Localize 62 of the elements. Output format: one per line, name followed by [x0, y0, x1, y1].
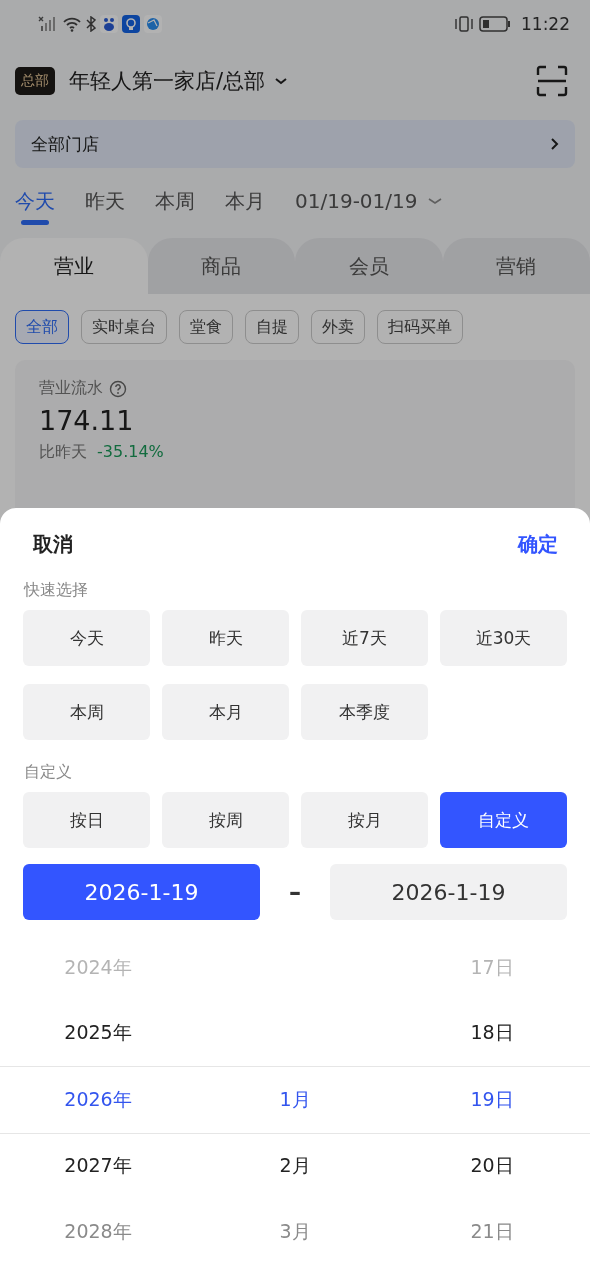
quick-option[interactable]: 本月 — [162, 684, 289, 740]
bulb-app-icon — [122, 15, 140, 33]
period-tab[interactable]: 本周 — [155, 187, 195, 221]
year-option[interactable]: 2028年 — [0, 1218, 196, 1245]
category-tab[interactable]: 营业 — [0, 238, 148, 294]
mode-option[interactable]: 按周 — [162, 792, 289, 848]
quick-option[interactable]: 本季度 — [301, 684, 428, 740]
year-option[interactable]: 2025年 — [0, 1020, 196, 1047]
store-switcher[interactable]: 年轻人第一家店/总部 — [69, 67, 290, 95]
store-selector[interactable]: 全部门店 — [15, 120, 575, 168]
mode-option[interactable]: 自定义 — [440, 792, 567, 848]
filter-chip[interactable]: 外卖 — [311, 310, 365, 344]
signal-icon — [38, 16, 58, 32]
paw-app-icon — [100, 15, 118, 33]
scan-icon[interactable] — [536, 65, 568, 97]
section-title: 快速选择 — [22, 579, 89, 598]
quick-option[interactable]: 本周 — [23, 684, 150, 740]
confirm-button[interactable]: 确定 — [518, 530, 558, 558]
day-option[interactable]: 18日 — [394, 1020, 590, 1047]
filter-chip[interactable]: 扫码买单 — [377, 310, 463, 344]
filter-chip[interactable]: 实时桌台 — [81, 310, 167, 344]
year-option[interactable]: 2027年 — [0, 1153, 196, 1180]
metric-value: 174.11 — [39, 405, 135, 436]
date-range-dropdown[interactable]: 01/19-01/19 — [295, 189, 444, 219]
day-option[interactable]: 20日 — [394, 1153, 590, 1180]
change-value: -35.14% — [97, 442, 164, 463]
cancel-button[interactable]: 取消 — [33, 530, 73, 558]
filter-chip[interactable]: 堂食 — [179, 310, 233, 344]
range-dash: – — [288, 878, 302, 906]
month-option[interactable]: 3月 — [279, 1219, 311, 1242]
chevron-right-icon — [549, 137, 559, 151]
bluetooth-icon — [86, 16, 96, 32]
filter-chip[interactable]: 全部 — [15, 310, 69, 344]
wifi-icon — [62, 16, 82, 32]
quick-option[interactable]: 昨天 — [162, 610, 289, 666]
hq-badge: 总部 — [15, 67, 55, 95]
section-title: 自定义 — [23, 761, 73, 780]
vibrate-icon — [453, 16, 475, 32]
battery-icon — [479, 16, 511, 32]
start-date-field[interactable]: 2026-1-19 — [23, 864, 260, 920]
category-tab[interactable]: 营销 — [442, 238, 590, 294]
year-option[interactable]: 2026年 — [0, 1086, 196, 1113]
filter-chip[interactable]: 自提 — [245, 310, 299, 344]
month-option[interactable]: 2月 — [279, 1154, 311, 1177]
mode-option[interactable]: 按日 — [23, 792, 150, 848]
end-date-field[interactable]: 2026-1-19 — [330, 864, 567, 920]
quick-option[interactable]: 今天 — [23, 610, 150, 666]
compare-label: 比昨天 — [39, 442, 87, 463]
category-tab[interactable]: 商品 — [147, 238, 295, 294]
period-tab[interactable]: 本月 — [225, 187, 265, 221]
metric-label: 营业流水 — [39, 378, 103, 399]
mode-option[interactable]: 按月 — [301, 792, 428, 848]
day-option[interactable]: 19日 — [394, 1086, 590, 1113]
day-option[interactable]: 21日 — [394, 1218, 590, 1245]
globe-app-icon — [144, 15, 162, 33]
period-tab[interactable]: 昨天 — [85, 187, 125, 221]
quick-option[interactable]: 近7天 — [301, 610, 428, 666]
month-option[interactable]: 1月 — [279, 1087, 311, 1110]
clock-time: 11:22 — [521, 14, 570, 34]
quick-option[interactable]: 近30天 — [440, 610, 567, 666]
category-tab[interactable]: 会员 — [295, 238, 443, 294]
help-icon[interactable] — [109, 379, 127, 398]
